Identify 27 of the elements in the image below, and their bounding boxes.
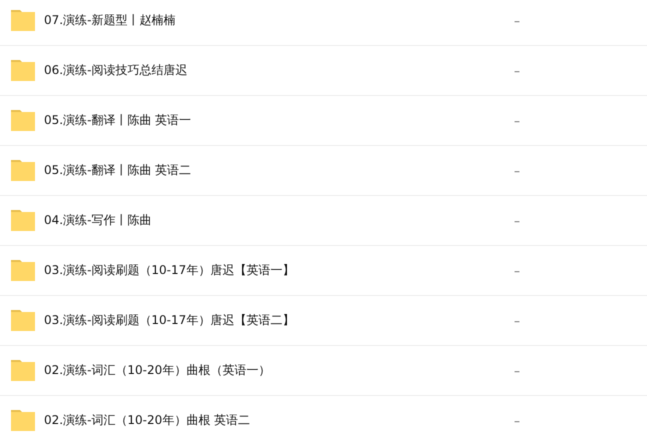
folder-name[interactable]: 05.演练-翻译丨陈曲 英语一 [44,112,514,129]
folder-name[interactable]: 02.演练-词汇（10-20年）曲根（英语一） [44,362,514,379]
folder-name[interactable]: 05.演练-翻译丨陈曲 英语二 [44,162,514,179]
file-size: – [514,414,520,428]
file-size: – [514,64,520,78]
file-size: – [514,314,520,328]
folder-name[interactable]: 03.演练-阅读刷题（10-17年）唐迟【英语二】 [44,312,514,329]
folder-name[interactable]: 04.演练-写作丨陈曲 [44,212,514,229]
folder-icon [11,360,35,381]
folder-name[interactable]: 03.演练-阅读刷题（10-17年）唐迟【英语一】 [44,262,514,279]
folder-icon [11,110,35,131]
file-size: – [514,164,520,178]
file-size: – [514,264,520,278]
folder-icon [11,210,35,231]
folder-name[interactable]: 02.演练-词汇（10-20年）曲根 英语二 [44,412,514,429]
folder-icon [11,160,35,181]
folder-icon [11,260,35,281]
file-size: – [514,14,520,28]
file-size: – [514,364,520,378]
file-size: – [514,214,520,228]
file-size: – [514,114,520,128]
folder-name[interactable]: 07.演练-新题型丨赵楠楠 [44,12,514,29]
folder-icon [11,310,35,331]
folder-name[interactable]: 06.演练-阅读技巧总结唐迟 [44,62,514,79]
folder-icon [11,410,35,431]
folder-icon [11,60,35,81]
folder-icon [11,10,35,31]
